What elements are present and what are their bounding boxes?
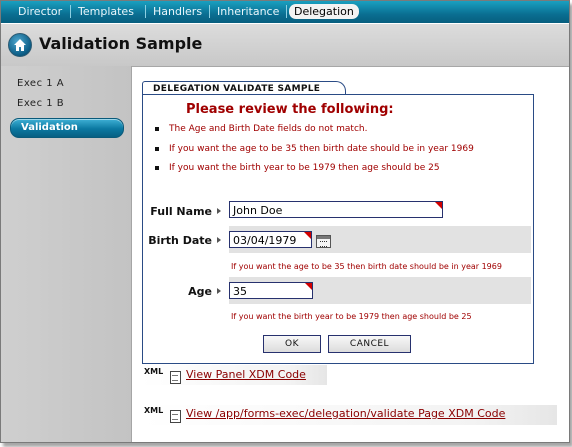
title-bar: Validation Sample [1, 23, 569, 67]
sidebar: Exec 1 A Exec 1 B Validation [1, 66, 132, 442]
field-arrow-icon [217, 208, 221, 214]
tab-templates[interactable]: Templates [75, 4, 137, 19]
tab-separator [209, 5, 210, 18]
sidebar-item-exec-1a[interactable]: Exec 1 A [17, 78, 64, 89]
tab-director[interactable]: Director [15, 4, 65, 19]
xml-doc-icon: XML [144, 406, 183, 423]
validation-panel: Please review the following: The Age and… [142, 94, 534, 364]
tab-separator [70, 5, 71, 18]
xml-doc-icon: XML [144, 367, 183, 384]
top-nav: Director Templates Handlers Inheritance … [1, 1, 569, 23]
sidebar-item-exec-1b[interactable]: Exec 1 B [17, 98, 64, 109]
cancel-button[interactable]: CANCEL [328, 335, 411, 353]
sidebar-item-validation[interactable]: Validation [10, 118, 124, 138]
home-icon[interactable] [8, 33, 32, 57]
birth-date-error: If you want the age to be 35 then birth … [231, 262, 502, 271]
error-list-item: If you want the birth year to be 1979 th… [155, 163, 440, 173]
view-page-xdm-link[interactable]: View /app/forms-exec/delegation/validate… [186, 407, 505, 420]
age-label: Age [188, 285, 212, 298]
tab-delegation[interactable]: Delegation [289, 4, 359, 19]
ok-button[interactable]: OK [263, 335, 321, 353]
view-panel-xdm-link[interactable]: View Panel XDM Code [186, 368, 306, 381]
age-error: If you want the birth year to be 1979 th… [231, 312, 472, 321]
birth-date-label: Birth Date [148, 234, 212, 247]
full-name-input[interactable]: John Doe [229, 201, 443, 218]
app-window: Director Templates Handlers Inheritance … [0, 0, 570, 443]
field-arrow-icon [217, 288, 221, 294]
tab-separator [145, 5, 146, 18]
calendar-icon[interactable] [316, 235, 331, 248]
page-title: Validation Sample [39, 34, 203, 53]
tab-inheritance[interactable]: Inheritance [214, 4, 282, 19]
xml-badge: XML [144, 367, 164, 376]
error-list-item: If you want the age to be 35 then birth … [155, 144, 474, 154]
birth-date-input[interactable]: 03/04/1979 [229, 231, 312, 248]
error-list-item: The Age and Birth Date fields do not mat… [154, 124, 368, 134]
review-heading: Please review the following: [186, 102, 394, 117]
tab-handlers[interactable]: Handlers [150, 4, 205, 19]
age-input[interactable]: 35 [229, 282, 313, 299]
xml-badge: XML [144, 406, 164, 415]
full-name-label: Full Name [150, 205, 212, 218]
tab-separator [286, 5, 287, 18]
field-arrow-icon [217, 237, 221, 243]
